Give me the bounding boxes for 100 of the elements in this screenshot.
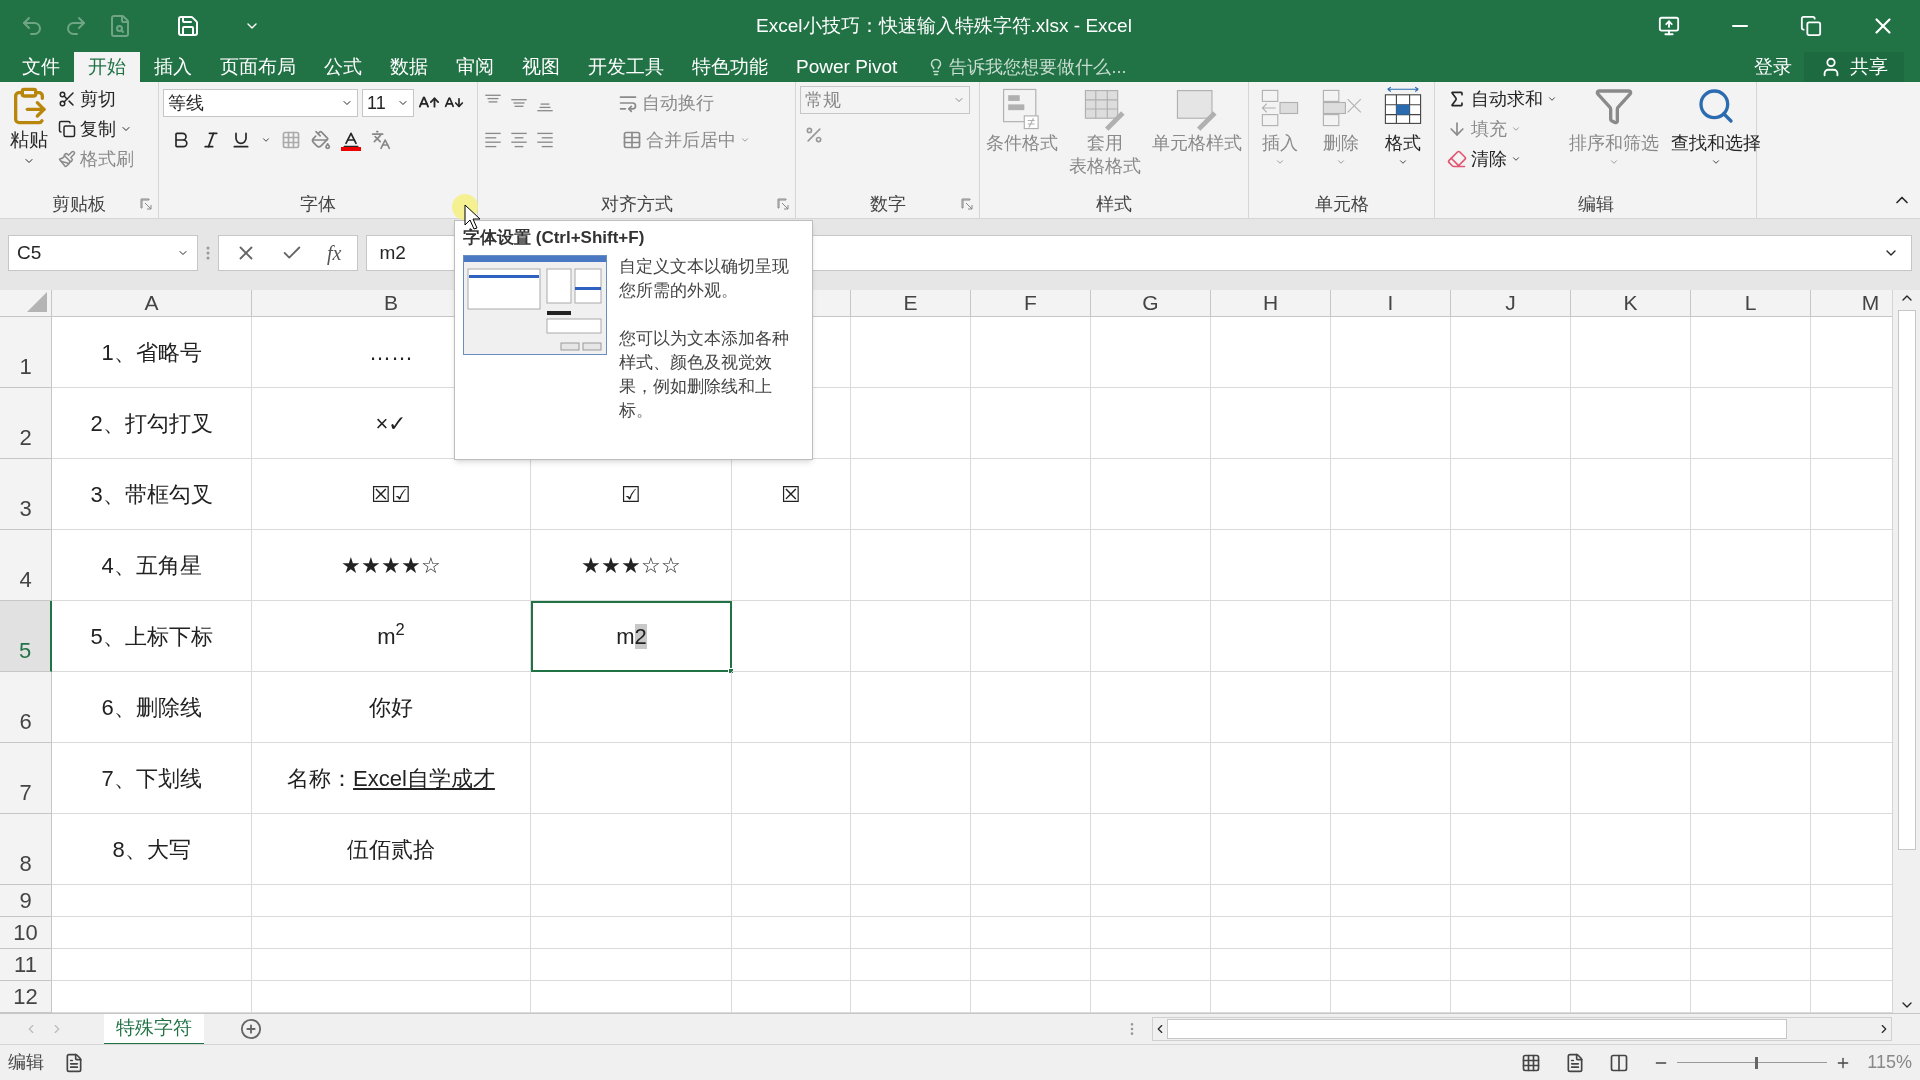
ribbon-tab[interactable]: 页面布局 bbox=[206, 52, 310, 82]
table-cell[interactable] bbox=[1691, 743, 1811, 814]
restore-icon[interactable] bbox=[1800, 15, 1822, 37]
table-cell[interactable] bbox=[1091, 949, 1211, 981]
table-cell[interactable] bbox=[1451, 743, 1571, 814]
table-cell[interactable]: 7、下划线 bbox=[52, 743, 252, 814]
table-cell[interactable] bbox=[851, 672, 971, 743]
row-header[interactable]: 10 bbox=[0, 917, 52, 949]
font-name-combobox[interactable]: 等线 bbox=[163, 89, 358, 117]
table-cell[interactable] bbox=[1331, 672, 1451, 743]
table-cell[interactable] bbox=[1091, 814, 1211, 885]
table-cell[interactable]: 5、上标下标 bbox=[52, 601, 252, 672]
table-cell[interactable] bbox=[531, 917, 732, 949]
table-cell[interactable] bbox=[1691, 885, 1811, 917]
table-cell[interactable] bbox=[971, 530, 1091, 601]
borders-icon[interactable] bbox=[281, 130, 301, 150]
paste-button[interactable]: 粘贴 bbox=[4, 86, 54, 172]
table-cell[interactable] bbox=[1571, 949, 1691, 981]
table-cell[interactable] bbox=[1691, 388, 1811, 459]
table-cell[interactable] bbox=[1451, 459, 1571, 530]
fill-color-icon[interactable] bbox=[311, 130, 331, 150]
table-cell[interactable]: m$^{2}$ bbox=[252, 601, 531, 672]
table-cell[interactable] bbox=[1451, 530, 1571, 601]
table-cell[interactable] bbox=[1091, 885, 1211, 917]
table-cell[interactable] bbox=[1211, 459, 1331, 530]
table-cell[interactable] bbox=[252, 917, 531, 949]
table-cell[interactable] bbox=[1091, 459, 1211, 530]
table-cell[interactable] bbox=[1451, 672, 1571, 743]
ribbon-tab[interactable]: 公式 bbox=[310, 52, 376, 82]
ribbon-tab[interactable]: 特色功能 bbox=[678, 52, 782, 82]
phonetic-icon[interactable] bbox=[371, 130, 391, 150]
table-cell[interactable] bbox=[1331, 885, 1451, 917]
table-cell[interactable] bbox=[252, 885, 531, 917]
table-cell[interactable] bbox=[1091, 530, 1211, 601]
ribbon-tab[interactable]: 视图 bbox=[508, 52, 574, 82]
table-cell[interactable]: 1、省略号 bbox=[52, 317, 252, 388]
table-cell[interactable] bbox=[1211, 672, 1331, 743]
row-header[interactable]: 6 bbox=[0, 672, 52, 743]
table-cell[interactable] bbox=[971, 814, 1091, 885]
table-cell[interactable] bbox=[1091, 601, 1211, 672]
table-cell[interactable] bbox=[1331, 917, 1451, 949]
table-cell[interactable] bbox=[1691, 530, 1811, 601]
table-cell[interactable] bbox=[1451, 949, 1571, 981]
table-cell[interactable] bbox=[1211, 601, 1331, 672]
table-cell[interactable] bbox=[732, 814, 851, 885]
row-header[interactable]: 8 bbox=[0, 814, 52, 885]
table-cell[interactable] bbox=[1091, 388, 1211, 459]
column-header[interactable]: L bbox=[1691, 290, 1811, 317]
table-cell[interactable] bbox=[1571, 814, 1691, 885]
table-cell[interactable] bbox=[1571, 743, 1691, 814]
caret-icon[interactable] bbox=[261, 135, 271, 145]
table-cell[interactable] bbox=[1571, 672, 1691, 743]
table-cell[interactable] bbox=[1331, 743, 1451, 814]
table-cell[interactable] bbox=[1691, 672, 1811, 743]
row-header[interactable]: 7 bbox=[0, 743, 52, 814]
table-cell[interactable] bbox=[732, 949, 851, 981]
underline-icon[interactable] bbox=[231, 130, 251, 150]
table-cell[interactable] bbox=[1211, 917, 1331, 949]
share-button[interactable]: 共享 bbox=[1804, 52, 1904, 82]
table-cell[interactable] bbox=[1211, 885, 1331, 917]
table-cell[interactable] bbox=[1691, 459, 1811, 530]
ribbon-tab[interactable]: Power Pivot bbox=[782, 52, 912, 82]
row-header[interactable]: 5 bbox=[0, 601, 52, 672]
table-cell[interactable] bbox=[851, 317, 971, 388]
table-cell[interactable] bbox=[252, 949, 531, 981]
table-cell[interactable] bbox=[814, 388, 851, 459]
table-cell[interactable] bbox=[971, 601, 1091, 672]
column-header[interactable]: G bbox=[1091, 290, 1211, 317]
undo-icon[interactable] bbox=[20, 14, 44, 38]
table-cell[interactable]: 8、大写 bbox=[52, 814, 252, 885]
insert-function-button[interactable]: fx bbox=[327, 238, 342, 268]
save-icon[interactable] bbox=[176, 14, 200, 38]
table-cell[interactable]: 2、打勾打叉 bbox=[52, 388, 252, 459]
table-cell[interactable] bbox=[531, 743, 732, 814]
table-cell[interactable]: 你好 bbox=[252, 672, 531, 743]
horizontal-scrollbar[interactable] bbox=[1152, 1017, 1892, 1041]
table-cell[interactable] bbox=[1331, 601, 1451, 672]
row-header[interactable]: 3 bbox=[0, 459, 52, 530]
table-cell[interactable] bbox=[851, 949, 971, 981]
table-cell[interactable] bbox=[1211, 317, 1331, 388]
editing-button[interactable]: 清除 bbox=[1447, 146, 1557, 172]
table-cell[interactable] bbox=[1211, 743, 1331, 814]
font-size-combobox[interactable]: 11 bbox=[362, 89, 414, 117]
percent-icon[interactable] bbox=[804, 125, 824, 145]
tell-me-field[interactable]: 告诉我您想要做什么... bbox=[927, 52, 1210, 82]
table-cell[interactable] bbox=[732, 672, 851, 743]
ribbon-tab[interactable]: 插入 bbox=[140, 52, 206, 82]
table-cell[interactable] bbox=[1691, 601, 1811, 672]
ribbon-display-icon[interactable] bbox=[1658, 15, 1680, 37]
table-cell[interactable] bbox=[732, 601, 851, 672]
table-cell[interactable] bbox=[1091, 743, 1211, 814]
page-layout-icon[interactable] bbox=[1565, 1052, 1586, 1073]
table-cell[interactable] bbox=[971, 672, 1091, 743]
table-cell[interactable] bbox=[1091, 672, 1211, 743]
table-cell[interactable] bbox=[1691, 949, 1811, 981]
table-cell[interactable] bbox=[1571, 530, 1691, 601]
table-cell[interactable] bbox=[1691, 317, 1811, 388]
row-header[interactable]: 9 bbox=[0, 885, 52, 917]
ribbon-tab[interactable]: 文件 bbox=[8, 52, 74, 82]
dialog-launcher-icon[interactable] bbox=[140, 198, 152, 210]
